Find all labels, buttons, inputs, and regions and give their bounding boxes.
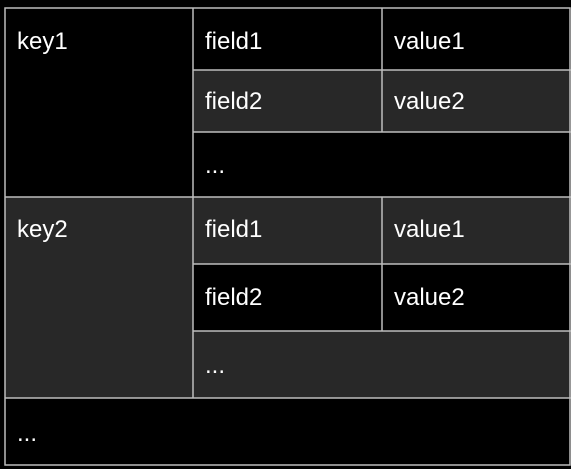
key1-value1-label: value1 bbox=[394, 28, 465, 55]
key2-field1-label: field1 bbox=[205, 216, 262, 243]
hash-table-diagram: key1 field1 value1 field2 value2 ... key… bbox=[4, 7, 571, 466]
key1-field2-label: field2 bbox=[205, 88, 262, 115]
key2-more-label: ... bbox=[205, 352, 225, 379]
key2-value2-label: value2 bbox=[394, 284, 465, 311]
key2-label: key2 bbox=[17, 216, 68, 243]
key1-more-label: ... bbox=[205, 152, 225, 179]
table-more-label: ... bbox=[17, 420, 37, 447]
key1-field1-label: field1 bbox=[205, 28, 262, 55]
key1-value2-label: value2 bbox=[394, 88, 465, 115]
table-more-cell bbox=[5, 398, 571, 465]
key1-more-cell bbox=[193, 132, 571, 197]
key1-label: key1 bbox=[17, 28, 68, 55]
key2-value1-label: value1 bbox=[394, 216, 465, 243]
key2-field2-label: field2 bbox=[205, 284, 262, 311]
key2-more-cell bbox=[193, 331, 571, 398]
